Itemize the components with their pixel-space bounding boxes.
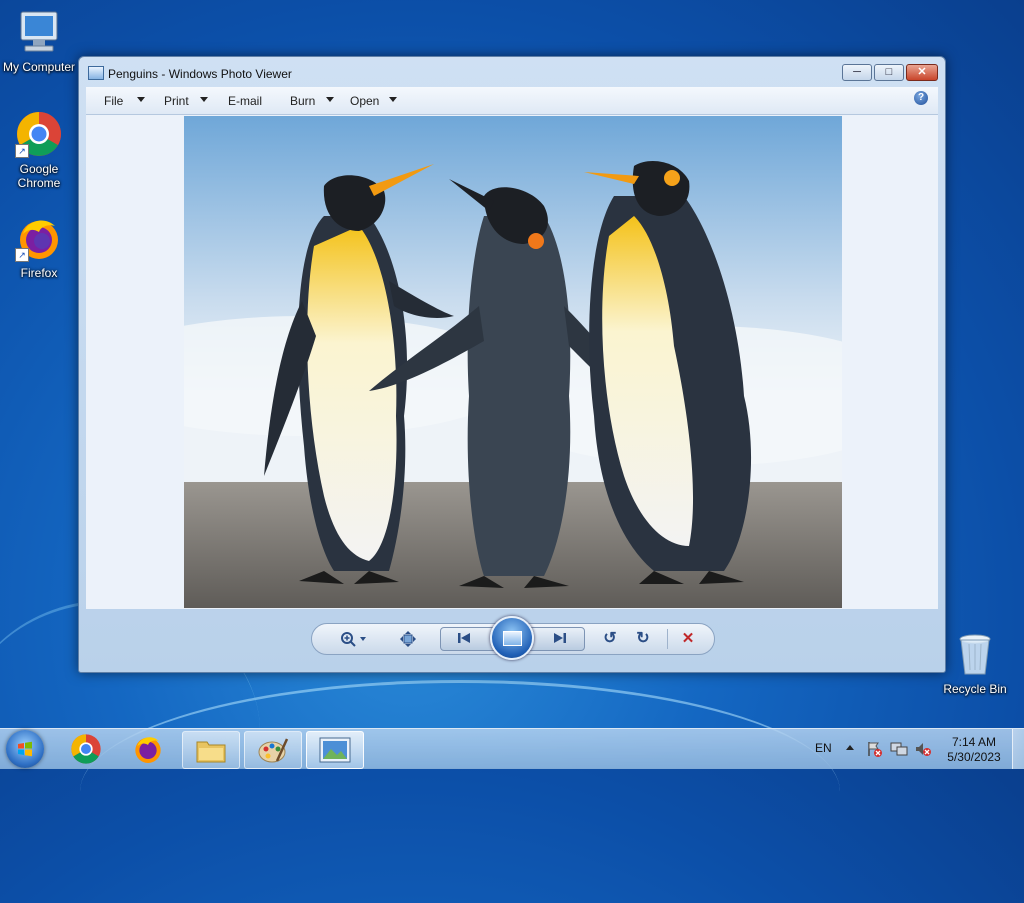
photo-viewer-window: Penguins - Windows Photo Viewer ─ □ ✕ Fi… (78, 56, 946, 673)
window-title: Penguins - Windows Photo Viewer (108, 67, 292, 81)
menu-print[interactable]: Print (164, 94, 189, 108)
language-indicator[interactable]: EN (815, 741, 832, 755)
next-icon[interactable] (551, 630, 569, 646)
chrome-icon: ↗ (15, 110, 63, 158)
show-desktop-button[interactable] (1012, 729, 1024, 769)
desktop-icon-label: Firefox (20, 266, 58, 280)
rotate-counterclockwise-icon[interactable]: ↺ (601, 631, 619, 647)
desktop-icon-label: Google Chrome (17, 162, 61, 190)
show-hidden-icons-icon[interactable] (846, 745, 854, 750)
action-center-flag-icon[interactable] (866, 741, 882, 757)
desktop-icon-recycle-bin[interactable]: Recycle Bin (936, 630, 1014, 696)
fit-window-icon[interactable] (399, 631, 417, 647)
computer-icon (15, 8, 63, 56)
close-button[interactable]: ✕ (906, 64, 938, 81)
photo-viewer-app-icon (88, 66, 104, 80)
firefox-icon (135, 737, 161, 763)
start-button[interactable] (6, 730, 44, 768)
chevron-down-icon[interactable] (326, 97, 334, 102)
image-viewport[interactable] (86, 115, 938, 609)
maximize-button[interactable]: □ (874, 64, 904, 81)
rotate-clockwise-icon[interactable]: ↻ (634, 631, 652, 647)
delete-icon[interactable]: ✕ (679, 631, 697, 647)
menu-email[interactable]: E-mail (228, 94, 262, 108)
penguins-photo (184, 116, 842, 608)
previous-icon[interactable] (455, 630, 473, 646)
minimize-button[interactable]: ─ (842, 64, 872, 81)
chevron-down-icon[interactable] (137, 97, 145, 102)
clock-date: 5/30/2023 (947, 750, 1001, 764)
menu-bar: File Print E-mail Burn Open ? (86, 87, 938, 115)
desktop-icon-label: Recycle Bin (943, 682, 1007, 696)
recycle-bin-icon (951, 630, 999, 678)
slideshow-icon (503, 631, 522, 646)
taskbar-firefox[interactable] (120, 731, 176, 767)
menu-file[interactable]: File (104, 94, 123, 108)
volume-muted-icon[interactable] (914, 741, 932, 757)
taskbar-paint[interactable] (244, 731, 302, 769)
zoom-icon[interactable] (340, 631, 370, 647)
title-bar[interactable]: Penguins - Windows Photo Viewer ─ □ ✕ (79, 57, 945, 87)
shortcut-arrow-icon: ↗ (15, 248, 29, 262)
taskbar-photo-viewer[interactable] (306, 731, 364, 769)
desktop-icon-google-chrome[interactable]: ↗ Google Chrome (0, 110, 78, 190)
playback-controls: ↺ ↻ ✕ (311, 616, 715, 660)
chevron-down-icon[interactable] (200, 97, 208, 102)
windows-logo-icon (18, 741, 32, 757)
slideshow-button[interactable] (490, 616, 534, 660)
desktop-icon-firefox[interactable]: ↗ Firefox (0, 214, 78, 280)
paint-icon (258, 738, 289, 763)
controls-divider (667, 629, 668, 649)
chevron-down-icon[interactable] (389, 97, 397, 102)
taskbar-chrome[interactable] (58, 731, 114, 767)
taskbar-explorer[interactable] (182, 731, 240, 769)
firefox-icon: ↗ (15, 214, 63, 262)
photo-viewer-icon (319, 737, 351, 763)
desktop-icon-label: My Computer (2, 60, 76, 74)
clock-time: 7:14 AM (951, 735, 997, 749)
desktop-icon-my-computer[interactable]: My Computer (0, 8, 78, 74)
help-icon[interactable]: ? (914, 91, 928, 105)
chrome-icon (71, 734, 101, 764)
system-clock[interactable]: 7:14 AM 5/30/2023 (938, 735, 1010, 765)
folder-icon (196, 741, 226, 763)
menu-open[interactable]: Open (350, 94, 379, 108)
shortcut-arrow-icon: ↗ (15, 144, 29, 158)
network-icon[interactable] (890, 741, 908, 757)
taskbar: EN 7:14 AM 5/30/2023 (0, 728, 1024, 769)
menu-burn[interactable]: Burn (290, 94, 315, 108)
